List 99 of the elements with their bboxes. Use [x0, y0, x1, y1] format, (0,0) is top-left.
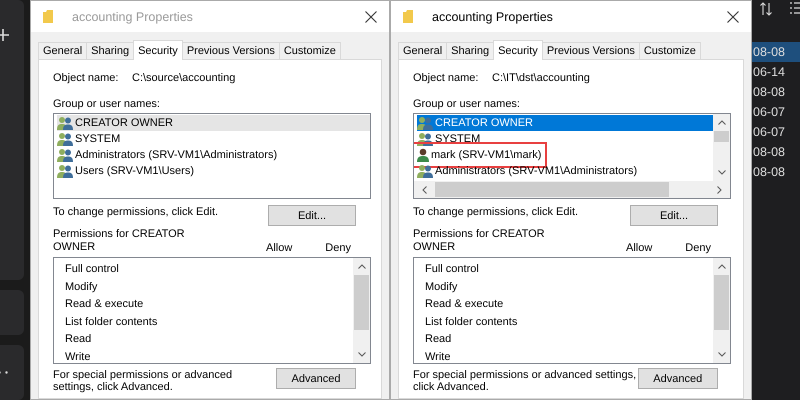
- scrollbar-thumb[interactable]: [435, 182, 669, 197]
- date-row[interactable]: 06-14: [752, 62, 800, 82]
- advanced-button[interactable]: Advanced: [276, 368, 356, 389]
- permission-name: Read & execute: [425, 297, 504, 312]
- advanced-hint: For special permissions or advanced settings, click Advanced.: [413, 368, 638, 393]
- permission-name: Read: [65, 332, 92, 347]
- date-row[interactable]: 08-08: [752, 82, 800, 102]
- object-name-label: Object name:: [413, 72, 480, 84]
- deny-column-header: Deny: [325, 242, 351, 254]
- user-list-item[interactable]: CREATOR OWNER: [57, 115, 370, 131]
- scrollbar-thumb[interactable]: [354, 275, 369, 330]
- user-list-item[interactable]: CREATOR OWNER: [417, 115, 714, 131]
- tab[interactable]: Security: [133, 40, 183, 60]
- permission-name: Read & execute: [65, 297, 144, 312]
- user-list[interactable]: CREATOR OWNER SYSTEM mark (SRV-VM1\mark) Administrators (SRV-VM1\Administrators): [413, 113, 731, 199]
- user-name: SYSTEM: [75, 133, 120, 145]
- chevron-up-icon[interactable]: [718, 264, 726, 269]
- window-title: accounting Properties: [432, 10, 554, 24]
- advanced-button[interactable]: Advanced: [638, 368, 718, 389]
- users-icon: [57, 164, 73, 178]
- permission-name: Full control: [65, 262, 120, 277]
- edit-button[interactable]: Edit...: [268, 205, 356, 226]
- chevron-down-icon[interactable]: [718, 170, 726, 175]
- scrollbar-thumb[interactable]: [714, 275, 729, 330]
- tab[interactable]: Customize: [638, 42, 701, 59]
- window-title: accounting Properties: [72, 10, 194, 24]
- date-row[interactable]: 08-08: [752, 162, 800, 182]
- user-list-item[interactable]: SYSTEM: [417, 131, 714, 147]
- list-icon[interactable]: [790, 2, 800, 14]
- user-name: CREATOR OWNER: [75, 117, 173, 129]
- user-name: CREATOR OWNER: [435, 117, 533, 129]
- edit-hint: To change permissions, click Edit.: [413, 205, 578, 218]
- date-row[interactable]: 06-07: [752, 122, 800, 142]
- permission-name: List folder contents: [425, 314, 518, 330]
- edit-button[interactable]: Edit...: [630, 205, 718, 226]
- scrollbar[interactable]: [713, 114, 730, 181]
- ellipsis-icon[interactable]: [0, 371, 8, 374]
- permission-name: Full control: [425, 262, 480, 277]
- user-name: Administrators (SRV-VM1\Administrators): [75, 149, 278, 161]
- date-row[interactable]: 08-08: [752, 142, 800, 162]
- users-icon: [417, 132, 433, 146]
- scrollbar[interactable]: [353, 258, 370, 363]
- tab[interactable]: General: [38, 42, 88, 59]
- tab[interactable]: Customize: [278, 42, 341, 59]
- chevron-right-icon[interactable]: [717, 186, 722, 194]
- user-icon: [417, 148, 429, 162]
- allow-column-header: Allow: [626, 242, 652, 254]
- deny-column-header: Deny: [685, 242, 711, 254]
- user-list-item[interactable]: mark (SRV-VM1\mark): [417, 147, 714, 163]
- user-list[interactable]: CREATOR OWNER SYSTEM Administrators (SRV-VM1\Administrators) Users (SRV-VM1\Users): [53, 113, 371, 199]
- advanced-hint: For special permissions or advanced settings, click Advanced.: [53, 368, 234, 393]
- object-name-value: C:\source\accounting: [132, 72, 236, 84]
- users-icon: [417, 116, 433, 130]
- permission-name: Write: [65, 350, 92, 363]
- close-icon[interactable]: [365, 10, 377, 22]
- chevron-down-icon[interactable]: [718, 352, 726, 357]
- allow-column-header: Allow: [266, 242, 292, 254]
- user-name: Administrators (SRV-VM1\Administrators): [435, 165, 638, 177]
- user-list-item[interactable]: Users (SRV-VM1\Users): [57, 163, 370, 179]
- object-name-value: C:\IT\dst\accounting: [492, 72, 590, 84]
- chevron-up-icon[interactable]: [718, 120, 726, 125]
- sort-icon[interactable]: [760, 2, 772, 16]
- user-list-item[interactable]: Administrators (SRV-VM1\Administrators): [417, 163, 714, 179]
- permission-name: Modify: [425, 280, 458, 294]
- user-name: mark (SRV-VM1\mark): [431, 149, 542, 161]
- scrollbar[interactable]: [414, 181, 730, 198]
- date-row[interactable]: 06-07: [752, 102, 800, 122]
- tab[interactable]: Sharing: [446, 42, 494, 59]
- user-name: Users (SRV-VM1\Users): [75, 165, 194, 177]
- object-name-label: Object name:: [53, 72, 120, 84]
- edit-hint: To change permissions, click Edit.: [53, 205, 218, 218]
- scrollbar-thumb[interactable]: [714, 131, 729, 142]
- group-label: Group or user names:: [413, 98, 521, 110]
- user-list-item[interactable]: SYSTEM: [57, 131, 370, 147]
- chevron-left-icon[interactable]: [422, 186, 427, 194]
- permission-name: Write: [425, 350, 452, 363]
- permissions-label: Permissions for CREATOR OWNER: [53, 228, 186, 254]
- permission-name: Modify: [65, 280, 98, 294]
- date-row[interactable]: 08-08: [752, 42, 800, 62]
- chevron-down-icon[interactable]: [358, 352, 366, 357]
- users-icon: [57, 116, 73, 130]
- close-icon[interactable]: [727, 10, 739, 22]
- tab[interactable]: Sharing: [86, 42, 134, 59]
- scrollbar[interactable]: [713, 258, 730, 363]
- user-name: SYSTEM: [435, 133, 480, 145]
- folder-icon: [43, 10, 53, 23]
- folder-icon: [403, 10, 413, 23]
- tab[interactable]: Security: [493, 40, 543, 60]
- users-icon: [417, 164, 433, 178]
- chevron-up-icon[interactable]: [358, 264, 366, 269]
- permission-name: List folder contents: [65, 314, 158, 330]
- plus-icon[interactable]: [0, 29, 9, 41]
- tab[interactable]: General: [398, 42, 448, 59]
- users-icon: [57, 132, 73, 146]
- permissions-label: Permissions for CREATOR OWNER: [413, 228, 546, 254]
- group-label: Group or user names:: [53, 98, 161, 110]
- permission-name: Read: [425, 332, 452, 347]
- users-icon: [57, 148, 73, 162]
- user-list-item[interactable]: Administrators (SRV-VM1\Administrators): [57, 147, 370, 163]
